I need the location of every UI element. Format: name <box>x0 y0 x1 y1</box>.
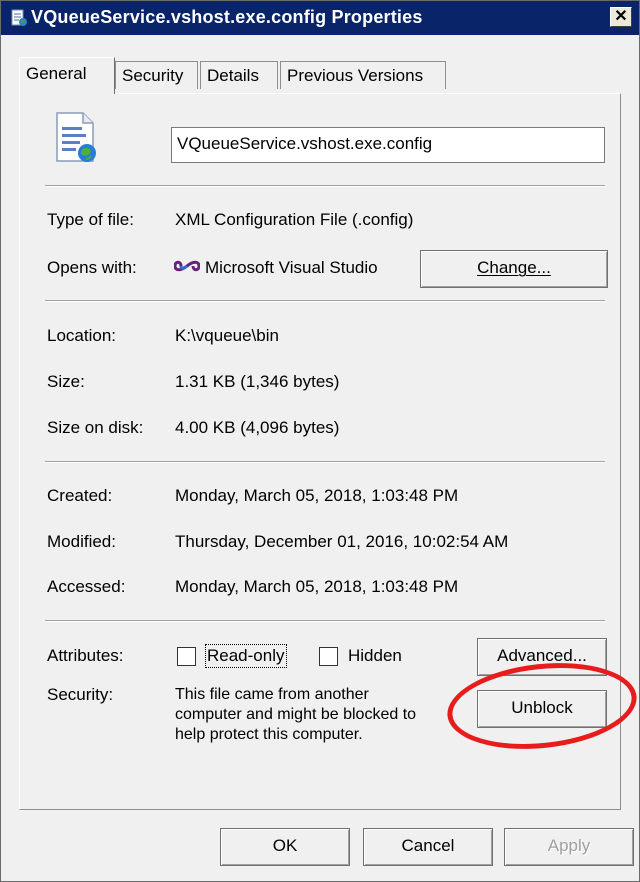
created-label: Created: <box>47 486 113 505</box>
ok-button[interactable]: OK <box>220 828 350 866</box>
title-bar[interactable]: VQueueService.vshost.exe.config Properti… <box>1 1 639 35</box>
separator <box>45 185 605 187</box>
close-button[interactable]: ✕ <box>610 7 632 27</box>
security-label: Security: <box>47 685 114 704</box>
type-label: Type of file: <box>47 210 134 229</box>
location-value: K:\vqueue\bin <box>175 326 279 345</box>
separator <box>45 300 605 302</box>
modified-value: Thursday, December 01, 2016, 10:02:54 AM <box>175 532 509 551</box>
xml-config-file-icon <box>56 112 96 162</box>
size-on-disk-value: 4.00 KB (4,096 bytes) <box>175 418 340 437</box>
change-button[interactable]: Change... <box>420 250 608 288</box>
cancel-button[interactable]: Cancel <box>363 828 493 866</box>
hidden-label[interactable]: Hidden <box>348 646 402 666</box>
file-name-input[interactable]: VQueueService.vshost.exe.config <box>171 127 605 163</box>
size-label: Size: <box>47 372 85 391</box>
separator <box>45 620 605 622</box>
hidden-checkbox[interactable] <box>319 647 338 666</box>
created-value: Monday, March 05, 2018, 1:03:48 PM <box>175 486 459 505</box>
attributes-label: Attributes: <box>47 646 124 665</box>
location-label: Location: <box>47 326 116 345</box>
size-value: 1.31 KB (1,346 bytes) <box>175 372 340 391</box>
visual-studio-icon <box>174 260 200 272</box>
tab-general[interactable]: General <box>19 57 115 94</box>
readonly-checkbox[interactable] <box>177 647 196 666</box>
opens-with-label: Opens with: <box>47 258 137 277</box>
close-icon: ✕ <box>614 8 628 25</box>
accessed-label: Accessed: <box>47 577 126 596</box>
apply-button[interactable]: Apply <box>504 828 634 866</box>
security-message: This file came from another computer and… <box>175 686 417 743</box>
type-value: XML Configuration File (.config) <box>175 210 414 229</box>
readonly-label[interactable]: Read-only <box>205 644 287 668</box>
window-title: VQueueService.vshost.exe.config Properti… <box>31 7 423 27</box>
tab-security[interactable]: Security <box>115 61 198 89</box>
tab-previous-versions[interactable]: Previous Versions <box>280 61 446 89</box>
config-file-icon <box>11 9 27 26</box>
tab-details[interactable]: Details <box>200 61 278 89</box>
modified-label: Modified: <box>47 532 116 551</box>
separator <box>45 461 605 463</box>
properties-dialog: VQueueService.vshost.exe.config Properti… <box>0 0 640 882</box>
size-on-disk-label: Size on disk: <box>47 418 144 437</box>
opens-with-value: Microsoft Visual Studio <box>205 258 378 277</box>
accessed-value: Monday, March 05, 2018, 1:03:48 PM <box>175 577 459 596</box>
